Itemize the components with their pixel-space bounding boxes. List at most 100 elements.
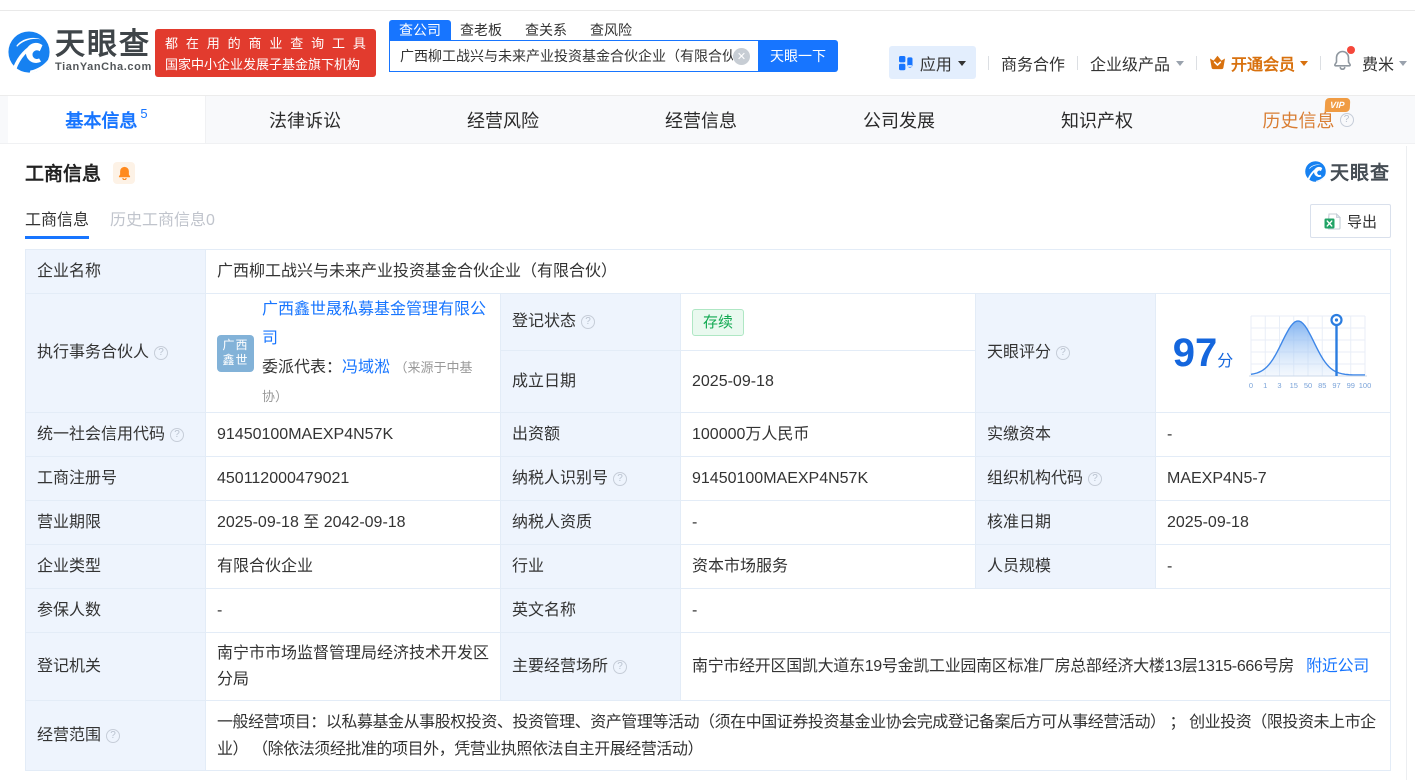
approve-date-value: 2025-09-18 [1154,500,1392,545]
est-date-value: 2025-09-18 [680,350,976,413]
header-menu: 应用 商务合作 企业级产品 开通会员 费米 [888,46,1407,79]
watermark-logo: 天眼查 [1305,158,1390,185]
site-header: 天眼查 TianYanCha.com 都在用的商业查询工具 国家中小企业发展子基… [0,11,1415,95]
watermark-eye-icon [1305,161,1326,182]
nearby-company-link[interactable]: 附近公司 [1306,658,1369,675]
logo-text-cn: 天眼查 [55,28,151,61]
crown-icon [1209,55,1225,70]
table-row: 企业名称 广西柳工战兴与未来产业投资基金合伙企业（有限合伙） [25,249,1392,294]
apps-grid-icon [898,55,913,70]
org-code-value: MAEXP4N5-7 [1154,456,1392,501]
field-label: 企业类型 [25,544,206,589]
partner-row: 广西 鑫世 广西鑫世晟私募基金管理有限公司 委派代表：冯域淞 （来源于中基协） [217,295,489,411]
nav-tab-2[interactable]: 经营风险 [404,96,602,143]
top-strip [0,0,1415,11]
business-coop-link[interactable]: 商务合作 [1001,51,1065,75]
search-button[interactable]: 天眼一下 [758,40,838,72]
tax-qual-value: - [680,500,976,545]
username: 费米 [1361,56,1394,74]
svg-text:3: 3 [1278,381,1282,390]
table-row: 参保人数 - 英文名称 - [25,588,1392,633]
nav-tab-0[interactable]: 基本信息 5 [8,96,206,143]
table-row: 营业期限 2025-09-18 至 2042-09-18 纳税人资质 - 核准日… [25,500,1392,545]
subscribe-bell-button[interactable] [113,161,136,184]
nav-tab-4[interactable]: 公司发展 [800,96,998,143]
help-icon[interactable]: ? [106,728,121,743]
search-tab-3[interactable]: 查风险 [590,20,632,40]
help-icon[interactable]: ? [581,315,596,329]
field-label: 工商注册号 [25,456,206,501]
divider [987,55,989,70]
company-type-value: 有限合伙企业 [205,544,501,589]
help-icon[interactable]: ? [1088,471,1103,486]
field-label: 实缴资本 [975,412,1156,457]
tianyancha-logo[interactable]: 天眼查 TianYanCha.com [8,30,152,73]
vip-badge: VIP [1325,98,1351,112]
partner-avatar[interactable]: 广西 鑫世 [217,334,254,372]
open-vip-button[interactable]: 开通会员 [1209,51,1308,75]
notification-bell[interactable] [1333,46,1355,75]
help-icon[interactable]: ? [1339,112,1354,127]
apps-menu-button[interactable]: 应用 [888,46,976,79]
search-input[interactable]: 广西柳工战兴与未来产业投资基金合伙企业（有限合伙 ✕ [389,40,758,72]
divider [1319,55,1321,70]
subtab-gongshang[interactable]: 工商信息 [25,211,90,239]
content-right-edge [1406,146,1407,780]
logo-text-en: TianYanCha.com [55,61,152,73]
export-button[interactable]: 导出 [1310,204,1391,238]
help-icon[interactable]: ? [170,427,185,442]
nav-tab-3[interactable]: 经营信息 [602,96,800,143]
status-badge: 存续 [692,308,745,336]
field-label: 统一社会信用代码? [25,412,206,457]
deputy-link[interactable]: 冯域淞 [342,359,390,376]
partner-company-link[interactable]: 广西鑫世晟私募基金管理有限公司 [262,301,486,347]
field-label: 组织机构代码? [975,456,1156,501]
search-tab-0[interactable]: 查公司 [389,20,451,40]
clear-search-icon[interactable]: ✕ [733,47,750,65]
paid-capital-value: - [1154,412,1392,457]
nav-tab-6[interactable]: 历史信息 VIP? [1196,96,1394,143]
subtab-history[interactable]: 历史工商信息0 [110,211,215,231]
partner-cell: 广西 鑫世 广西鑫世晟私募基金管理有限公司 委派代表：冯域淞 （来源于中基协） [205,293,501,413]
vip-caret-icon [1299,60,1308,66]
section-title-row: 工商信息 [25,159,136,186]
field-label: 主要经营场所? [500,632,681,701]
search-tab-1[interactable]: 查老板 [460,20,502,40]
search-tab-2[interactable]: 查关系 [525,20,567,40]
reg-status-value: 存续 [680,293,976,351]
divider [1076,55,1078,70]
insured-value: - [205,588,501,633]
svg-text:99: 99 [1347,381,1355,390]
field-label: 出资额 [500,412,681,457]
field-label: 天眼评分? [975,293,1156,413]
industry-value: 资本市场服务 [680,544,976,589]
nav-tab-1[interactable]: 法律诉讼 [206,96,404,143]
field-label: 登记状态? [500,293,681,351]
score-distribution-chart: 0 1 3 15 50 85 97 99 100 [1249,313,1372,390]
help-icon[interactable]: ? [1056,346,1071,360]
nav-tab-5[interactable]: 知识产权 [998,96,1196,143]
table-row: 登记机关 南宁市市场监督管理局经济技术开发区分局 主要经营场所? 南宁市经开区国… [25,632,1392,701]
field-label: 核准日期 [975,500,1156,545]
search-tabs: 查公司 查老板 查关系 查风险 [389,20,838,40]
help-icon[interactable]: ? [613,659,628,674]
svg-text:85: 85 [1318,381,1326,390]
field-label: 行业 [500,544,681,589]
field-label: 企业名称 [25,249,206,294]
section-title: 工商信息 [25,164,102,185]
table-row: 工商注册号 450112000479021 纳税人识别号? 91450100MA… [25,456,1392,501]
help-icon[interactable]: ? [613,471,628,486]
field-label: 英文名称 [500,588,681,633]
en-name-value: - [679,588,1392,633]
search-area: 查公司 查老板 查关系 查风险 广西柳工战兴与未来产业投资基金合伙企业（有限合伙 ✕ … [389,20,838,72]
table-row: 执行事务合伙人? 广西 鑫世 广西鑫世晟私募基金管理有限公司 委派代表：冯域淞 （… [25,293,1392,413]
user-menu[interactable]: 费米 [1362,51,1407,75]
watermark-text: 天眼查 [1329,163,1390,184]
enterprise-product-menu[interactable]: 企业级产品 [1090,51,1184,75]
help-icon[interactable]: ? [154,346,169,360]
excel-icon [1324,212,1341,230]
field-label: 纳税人识别号? [500,456,681,501]
svg-text:50: 50 [1304,381,1312,390]
svg-text:0: 0 [1249,381,1253,390]
field-label: 执行事务合伙人? [25,293,206,413]
